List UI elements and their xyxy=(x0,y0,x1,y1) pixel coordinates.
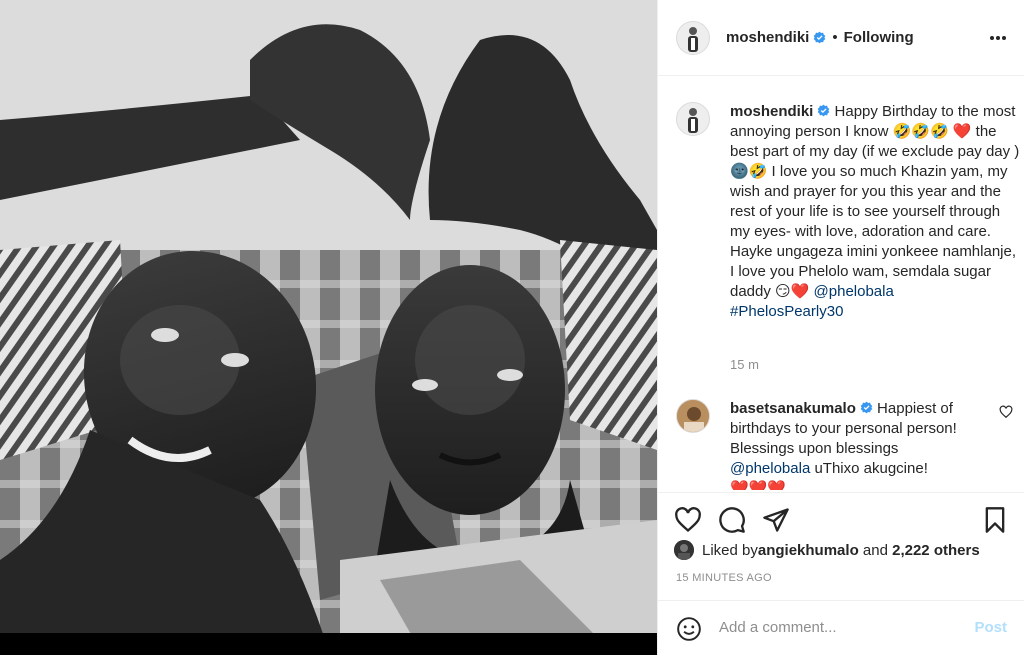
caption-avatar[interactable] xyxy=(676,102,710,136)
more-options-icon[interactable] xyxy=(989,30,1007,46)
likes-others-count[interactable]: 2,222 others xyxy=(892,542,980,559)
add-comment-bar: Post xyxy=(658,600,1024,655)
caption-body: Happy Birthday to the most annoying pers… xyxy=(730,103,1020,300)
share-paper-plane-icon[interactable] xyxy=(762,506,790,534)
verified-badge-icon xyxy=(814,31,826,44)
comment-text: basetsanakumalo Happiest of birthdays to… xyxy=(730,399,980,490)
add-comment-input[interactable] xyxy=(719,619,949,636)
caption-time: 15 m xyxy=(730,357,759,372)
verified-badge-icon xyxy=(860,401,873,414)
caption-text: moshendiki Happy Birthday to the most an… xyxy=(730,102,1020,322)
like-heart-icon[interactable] xyxy=(674,506,702,534)
commenter-username[interactable]: basetsanakumalo xyxy=(730,400,856,417)
author-username[interactable]: moshendiki xyxy=(726,29,809,46)
avatar-figure xyxy=(688,108,698,133)
separator-dot: • xyxy=(832,29,838,46)
caption-username[interactable]: moshendiki xyxy=(730,103,813,120)
liker-avatar[interactable] xyxy=(674,540,694,560)
comments-list[interactable]: moshendiki Happy Birthday to the most an… xyxy=(658,92,1024,490)
likes-prefix: Liked by xyxy=(702,541,758,559)
post-header: moshendiki • Following xyxy=(658,0,1024,76)
commenter-avatar-image xyxy=(677,400,709,432)
comment-bubble-icon[interactable] xyxy=(718,506,746,534)
comment-body-2: uThixo akugcine! xyxy=(810,460,928,477)
caption-hashtag[interactable]: #PhelosPearly30 xyxy=(730,303,843,320)
emoji-smiley-icon[interactable] xyxy=(676,616,702,642)
like-comment-heart-icon[interactable] xyxy=(999,405,1013,419)
post-side-panel: moshendiki • Following moshendiki Happy … xyxy=(657,0,1024,655)
save-bookmark-icon[interactable] xyxy=(981,506,1009,534)
action-bar xyxy=(658,492,1024,544)
post-photo[interactable] xyxy=(0,0,657,655)
comment-mention[interactable]: @phelobala xyxy=(730,460,810,477)
verified-badge-icon xyxy=(818,104,830,117)
following-button[interactable]: Following xyxy=(844,29,914,46)
liker-avatar-image xyxy=(674,540,694,560)
avatar-figure xyxy=(688,26,698,52)
liker-username[interactable]: angiekhumalo xyxy=(758,542,859,559)
author-avatar[interactable] xyxy=(676,20,710,55)
commenter-avatar[interactable] xyxy=(676,399,710,433)
post-timestamp[interactable]: 15 MINUTES AGO xyxy=(676,572,772,584)
comment-emoji: ❤️❤️❤️ xyxy=(730,480,787,490)
likes-and: and xyxy=(858,541,893,559)
photo-illustration xyxy=(0,0,657,655)
caption-mention[interactable]: @phelobala xyxy=(814,283,894,300)
likes-summary: Liked by angiekhumalo and 2,222 others xyxy=(674,540,980,560)
photo-bottom-bar xyxy=(0,633,657,655)
post-comment-button[interactable]: Post xyxy=(974,619,1007,636)
